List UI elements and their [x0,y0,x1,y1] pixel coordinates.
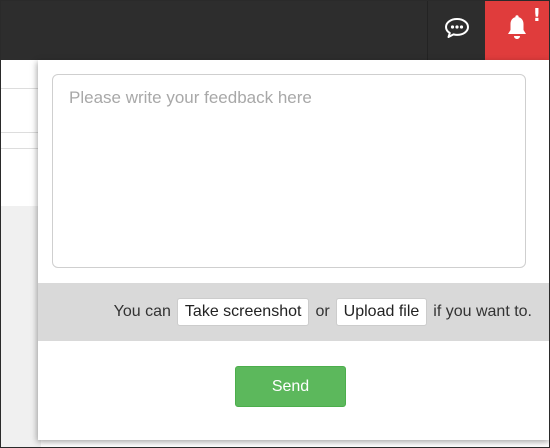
notifications-button[interactable]: ! [485,1,549,60]
feedback-popover: You can Take screenshot or Upload file i… [38,60,549,440]
attach-or-text: or [315,303,330,320]
top-navbar: ! [1,1,549,60]
chat-bubble-icon [444,17,470,44]
attachment-bar: You can Take screenshot or Upload file i… [38,283,549,341]
bell-icon [505,15,529,46]
divider [1,88,41,89]
attach-suffix-text: if you want to. [433,303,532,320]
attach-prefix-text: You can [113,303,171,320]
divider [1,148,41,149]
upload-file-button[interactable]: Upload file [335,298,428,326]
send-button[interactable]: Send [235,366,346,407]
divider [1,132,41,133]
background-panel [1,206,41,447]
feedback-textarea[interactable] [52,74,526,268]
app-window: ! You can Take screenshot or Upload file… [0,0,550,448]
alert-indicator: ! [532,5,541,26]
take-screenshot-button[interactable]: Take screenshot [176,298,310,326]
chat-button[interactable] [427,1,485,60]
